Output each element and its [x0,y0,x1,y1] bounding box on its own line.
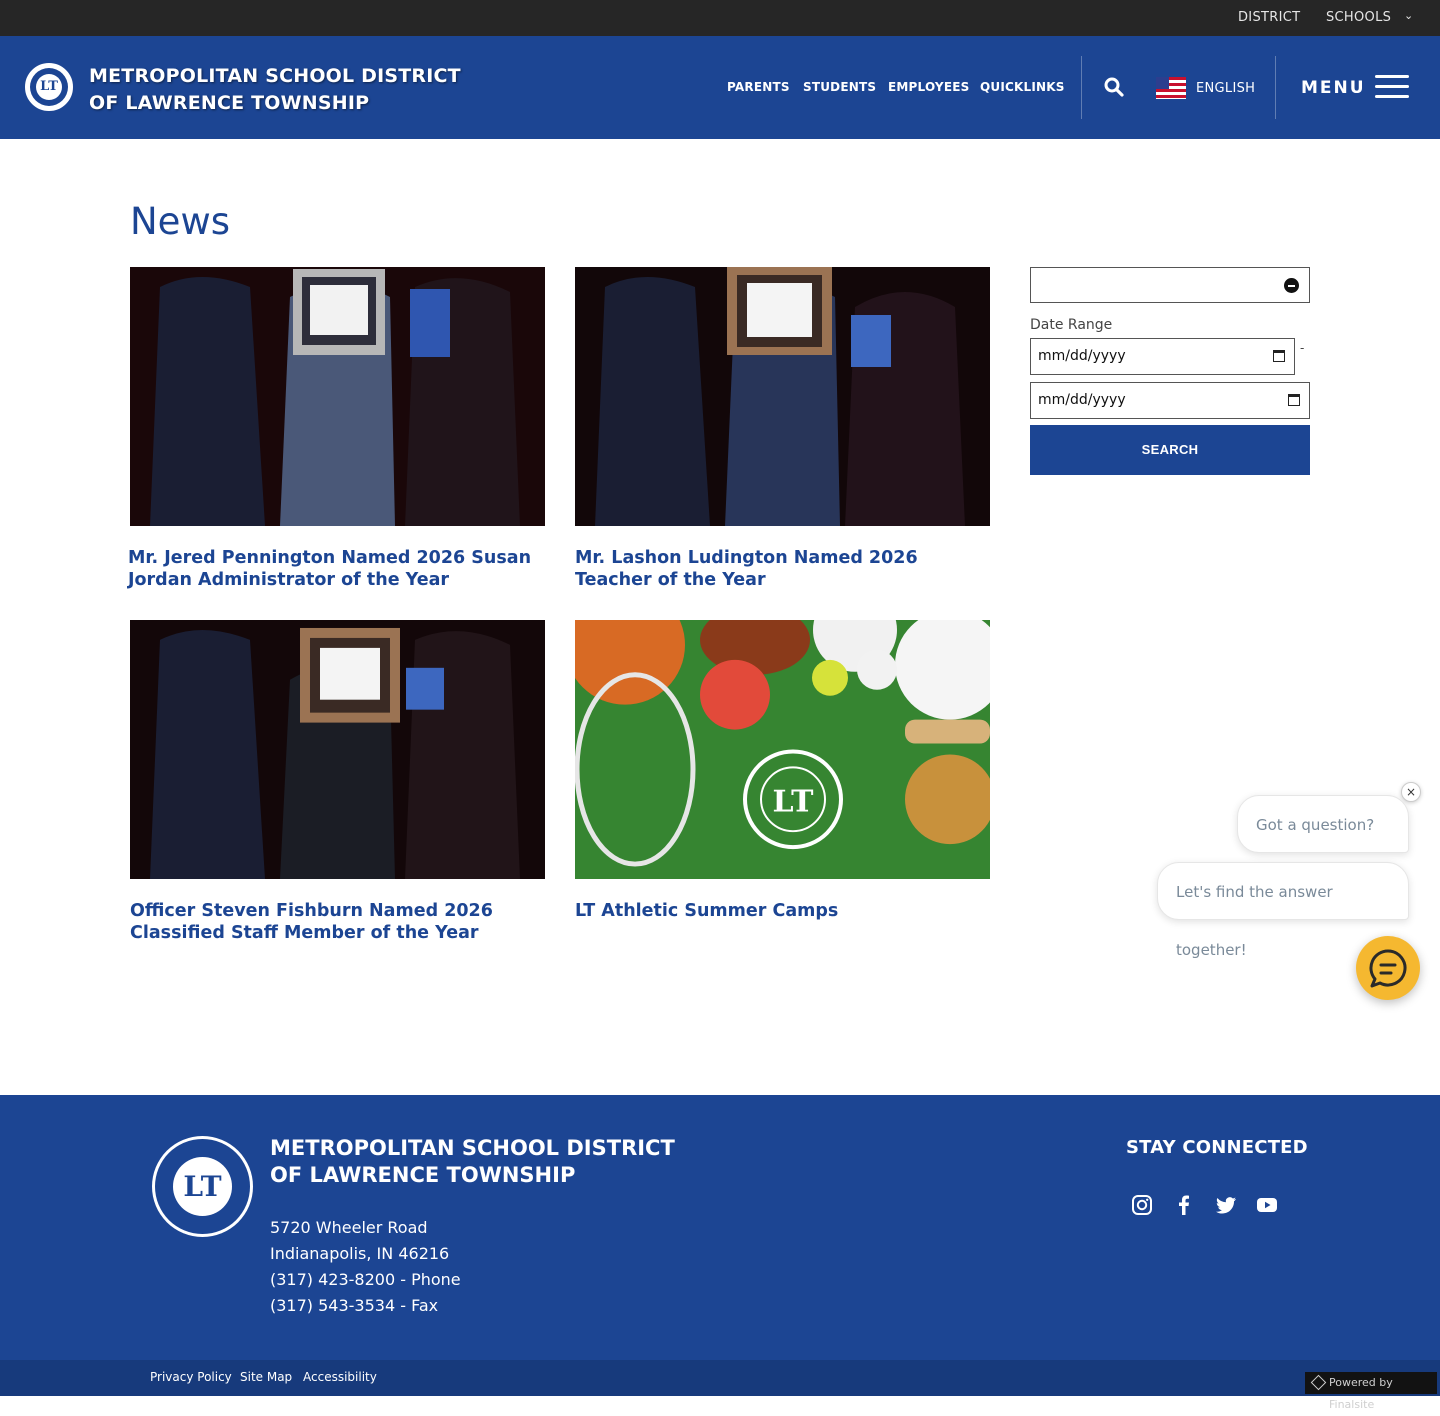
news-image[interactable]: LT [575,620,990,879]
divider [1275,56,1276,119]
privacy-policy-link[interactable]: Privacy Policy [150,1370,232,1384]
chevron-down-icon[interactable]: ⌄ [1404,9,1413,22]
district-seal[interactable]: LT [152,1136,253,1237]
svg-text:LT: LT [773,784,814,819]
news-image[interactable] [130,267,545,526]
search-button[interactable]: SEARCH [1030,425,1310,475]
calendar-icon[interactable] [1273,350,1285,362]
news-image[interactable] [575,267,990,526]
accessibility-link[interactable]: Accessibility [303,1370,377,1384]
keyword-filter-input[interactable] [1030,267,1310,303]
stay-connected-heading: STAY CONNECTED [1126,1137,1308,1158]
clear-icon[interactable] [1284,278,1299,293]
district-link[interactable]: DISTRICT [1238,10,1300,25]
close-icon[interactable]: × [1401,782,1421,802]
facebook-icon[interactable] [1173,1194,1195,1216]
footer-title: METROPOLITAN SCHOOL DISTRICT OF LAWRENCE… [270,1136,675,1187]
news-title[interactable]: Officer Steven Fishburn Named 2026 Class… [130,900,550,944]
finalsite-logo-icon [1310,1374,1327,1391]
news-title[interactable]: Mr. Lashon Ludington Named 2026 Teacher … [575,547,995,591]
chat-prompt-bubble[interactable]: Let's find the answer together! [1157,862,1409,959]
schools-dropdown[interactable]: SCHOOLS [1326,10,1391,25]
phone-link[interactable]: (317) 423-8200 - Phone [270,1267,461,1293]
search-icon[interactable] [1103,76,1125,98]
district-logo[interactable]: LT [25,63,73,111]
lt-monogram: LT [173,1157,232,1216]
site-header: LT METROPOLITAN SCHOOL DISTRICT OF LAWRE… [0,36,1440,139]
utility-bar: DISTRICT SCHOOLS ⌄ [0,0,1440,36]
nav-employees[interactable]: EMPLOYEES [888,80,969,94]
nav-students[interactable]: STUDENTS [803,80,876,94]
site-map-link[interactable]: Site Map [240,1370,292,1384]
language-selector[interactable]: ENGLISH [1196,81,1255,96]
calendar-icon[interactable] [1288,394,1300,406]
instagram-icon[interactable] [1131,1194,1153,1216]
news-image[interactable] [130,620,545,879]
chat-prompt-bubble[interactable]: Got a question? 👋 [1237,795,1409,892]
news-title[interactable]: LT Athletic Summer Camps [575,900,995,922]
menu-button[interactable]: MENU [1301,78,1366,98]
news-title[interactable]: Mr. Jered Pennington Named 2026 Susan Jo… [128,547,548,591]
divider [1081,56,1082,119]
hamburger-icon[interactable] [1375,75,1409,99]
end-date-input[interactable]: mm/dd/yyyy [1030,382,1310,419]
date-separator: - [1300,341,1305,355]
chevron-down-icon[interactable]: ⌄ [1057,80,1065,91]
page-title: News [130,200,230,243]
twitter-icon[interactable] [1215,1194,1237,1216]
lt-monogram: LT [36,74,62,100]
footer-bottom-bar: Privacy Policy Site Map Accessibility Po… [0,1360,1440,1411]
us-flag-icon[interactable] [1156,77,1186,99]
date-range-label: Date Range [1030,317,1113,333]
site-title[interactable]: METROPOLITAN SCHOOL DISTRICT OF LAWRENCE… [89,63,461,117]
nav-parents[interactable]: PARENTS [727,80,790,94]
fax-text: (317) 543-3534 - Fax [270,1296,439,1315]
chat-icon [1369,949,1407,988]
nav-quicklinks[interactable]: QUICKLINKS [980,80,1065,94]
chat-launcher-button[interactable] [1356,936,1420,1000]
start-date-input[interactable]: mm/dd/yyyy [1030,338,1295,375]
footer-address: 5720 Wheeler Road Indianapolis, IN 46216… [270,1215,461,1319]
site-footer: LT METROPOLITAN SCHOOL DISTRICT OF LAWRE… [0,1095,1440,1360]
powered-by-finalsite-badge[interactable]: Powered by Finalsite [1305,1372,1437,1411]
youtube-icon[interactable] [1256,1194,1278,1216]
